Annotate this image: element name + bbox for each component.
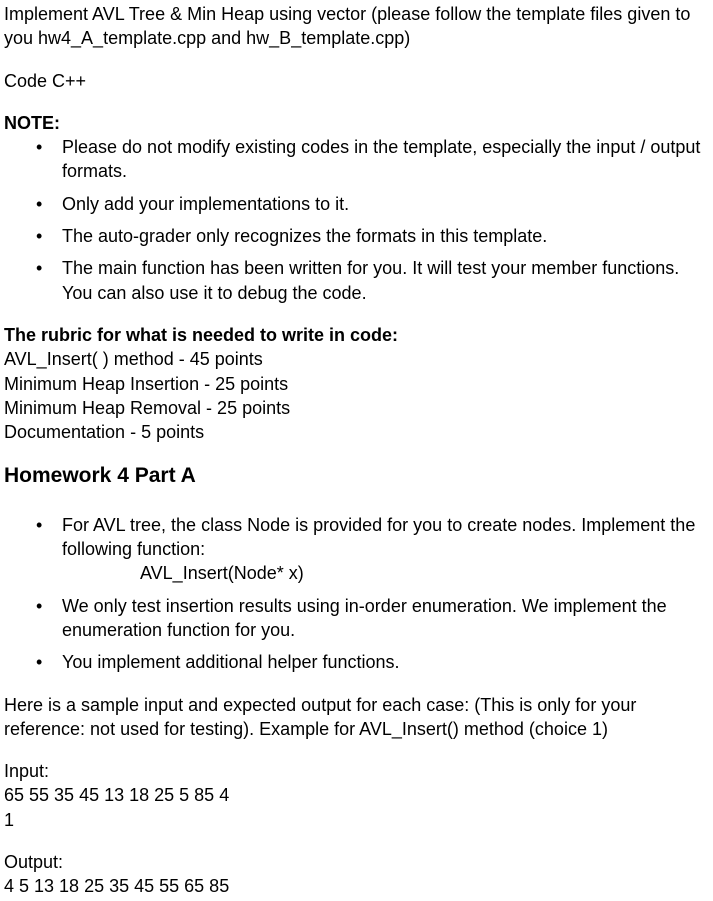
part-a-heading: Homework 4 Part A [4,462,709,490]
part-a-item: We only test insertion results using in-… [4,594,709,643]
note-heading: NOTE: [4,111,709,135]
note-list: Please do not modify existing codes in t… [4,135,709,305]
rubric-line: Minimum Heap Removal - 25 points [4,396,709,420]
part-a-item: For AVL tree, the class Node is provided… [4,513,709,586]
note-item: The main function has been written for y… [4,256,709,305]
rubric-heading: The rubric for what is needed to write i… [4,323,709,347]
note-item: The auto-grader only recognizes the form… [4,224,709,248]
rubric-line: Documentation - 5 points [4,420,709,444]
rubric-line: Minimum Heap Insertion - 25 points [4,372,709,396]
input-line: 1 [4,808,709,832]
part-a-item-text: For AVL tree, the class Node is provided… [62,515,695,559]
rubric-line: AVL_Insert( ) method - 45 points [4,347,709,371]
part-a-list: For AVL tree, the class Node is provided… [4,513,709,675]
input-label: Input: [4,759,709,783]
note-item: Only add your implementations to it. [4,192,709,216]
note-item: Please do not modify existing codes in t… [4,135,709,184]
output-label: Output: [4,850,709,874]
input-line: 65 55 35 45 13 18 25 5 85 4 [4,783,709,807]
rubric-lines: AVL_Insert( ) method - 45 points Minimum… [4,347,709,444]
part-a-item: You implement additional helper function… [4,650,709,674]
part-a-item-code: AVL_Insert(Node* x) [62,561,709,585]
sample-intro: Here is a sample input and expected outp… [4,693,709,742]
output-line: 4 5 13 18 25 35 45 55 65 85 [4,874,709,898]
output-block: Output: 4 5 13 18 25 35 45 55 65 85 [4,850,709,899]
code-language: Code C++ [4,69,709,93]
input-block: Input: 65 55 35 45 13 18 25 5 85 4 1 [4,759,709,832]
intro-paragraph: Implement AVL Tree & Min Heap using vect… [4,2,709,51]
